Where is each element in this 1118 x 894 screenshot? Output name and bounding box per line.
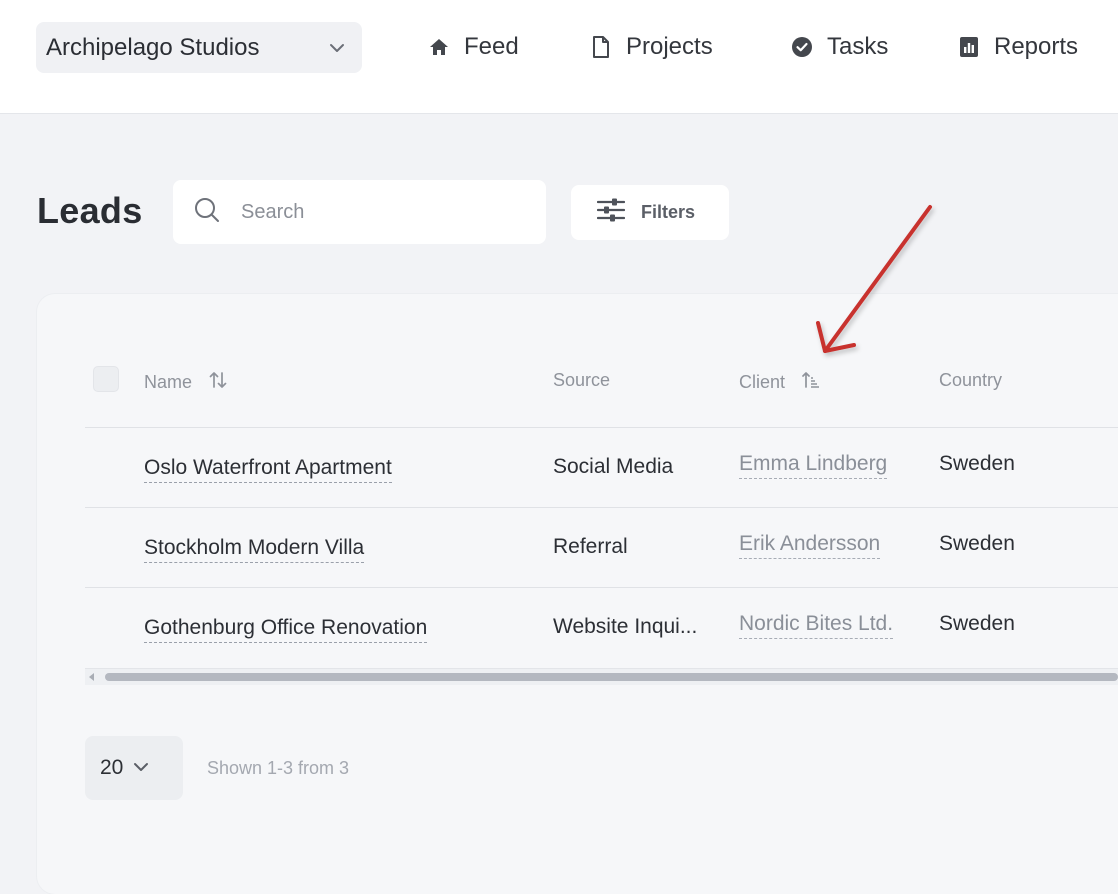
lead-name-link[interactable]: Stockholm Modern Villa xyxy=(144,536,365,563)
row-divider xyxy=(85,427,1118,428)
lead-client-link[interactable]: Emma Lindberg xyxy=(739,452,888,479)
column-header-label: Client xyxy=(739,372,786,392)
page-size-value: 20 xyxy=(100,756,124,779)
nav-item-feed[interactable]: Feed xyxy=(428,30,519,64)
nav-item-label: Reports xyxy=(994,33,1079,60)
chevron-down-icon xyxy=(328,39,346,57)
pagination-summary: Shown 1-3 from 3 xyxy=(207,758,350,778)
horizontal-scrollbar[interactable] xyxy=(85,668,1118,685)
lead-name-link[interactable]: Gothenburg Office Renovation xyxy=(144,616,428,643)
column-header-name[interactable]: Name xyxy=(144,370,228,395)
search-box[interactable] xyxy=(173,180,546,244)
page-title: Leads xyxy=(37,190,143,231)
column-header-source[interactable]: Source xyxy=(553,370,610,391)
nav-item-tasks[interactable]: Tasks xyxy=(791,30,888,64)
lead-name-link[interactable]: Oslo Waterfront Apartment xyxy=(144,456,392,483)
row-divider xyxy=(85,587,1118,588)
lead-country: Sweden xyxy=(939,452,1015,475)
sliders-icon xyxy=(596,197,626,228)
lead-client-link[interactable]: Erik Andersson xyxy=(739,532,881,559)
lead-source: Referral xyxy=(553,535,628,558)
filters-label: Filters xyxy=(641,202,696,222)
nav-item-label: Projects xyxy=(626,33,713,60)
column-header-label: Source xyxy=(553,370,611,390)
nav-item-label: Tasks xyxy=(827,33,889,60)
lead-country: Sweden xyxy=(939,612,1015,635)
select-all-checkbox[interactable] xyxy=(93,366,119,392)
chevron-down-icon xyxy=(133,759,149,777)
nav-item-label: Feed xyxy=(464,33,519,60)
search-icon xyxy=(193,196,221,229)
report-icon xyxy=(958,36,980,58)
home-icon xyxy=(428,36,450,58)
sort-arrows-icon[interactable] xyxy=(208,370,228,395)
top-navigation-bar: Archipelago Studios Feed Projects Tasks … xyxy=(0,0,1118,114)
page-size-select[interactable]: 20 xyxy=(85,736,183,800)
filters-button[interactable]: Filters xyxy=(571,185,729,240)
search-input[interactable] xyxy=(239,199,523,225)
check-circle-icon xyxy=(791,36,813,58)
row-divider xyxy=(85,507,1118,508)
lead-source: Website Inqui... xyxy=(553,615,698,638)
workspace-switcher[interactable]: Archipelago Studios xyxy=(36,22,362,73)
lead-client-link[interactable]: Nordic Bites Ltd. xyxy=(739,612,894,639)
scroll-left-arrow-icon[interactable] xyxy=(89,673,94,681)
nav-item-reports[interactable]: Reports xyxy=(958,30,1078,64)
annotation-arrow-icon xyxy=(816,205,932,353)
lead-country: Sweden xyxy=(939,532,1015,555)
workspace-name: Archipelago Studios xyxy=(46,33,260,61)
nav-item-projects[interactable]: Projects xyxy=(590,30,713,64)
column-header-label: Name xyxy=(144,372,193,392)
scrollbar-thumb[interactable] xyxy=(105,673,1118,681)
document-icon xyxy=(590,36,612,58)
lead-source: Social Media xyxy=(553,455,674,478)
